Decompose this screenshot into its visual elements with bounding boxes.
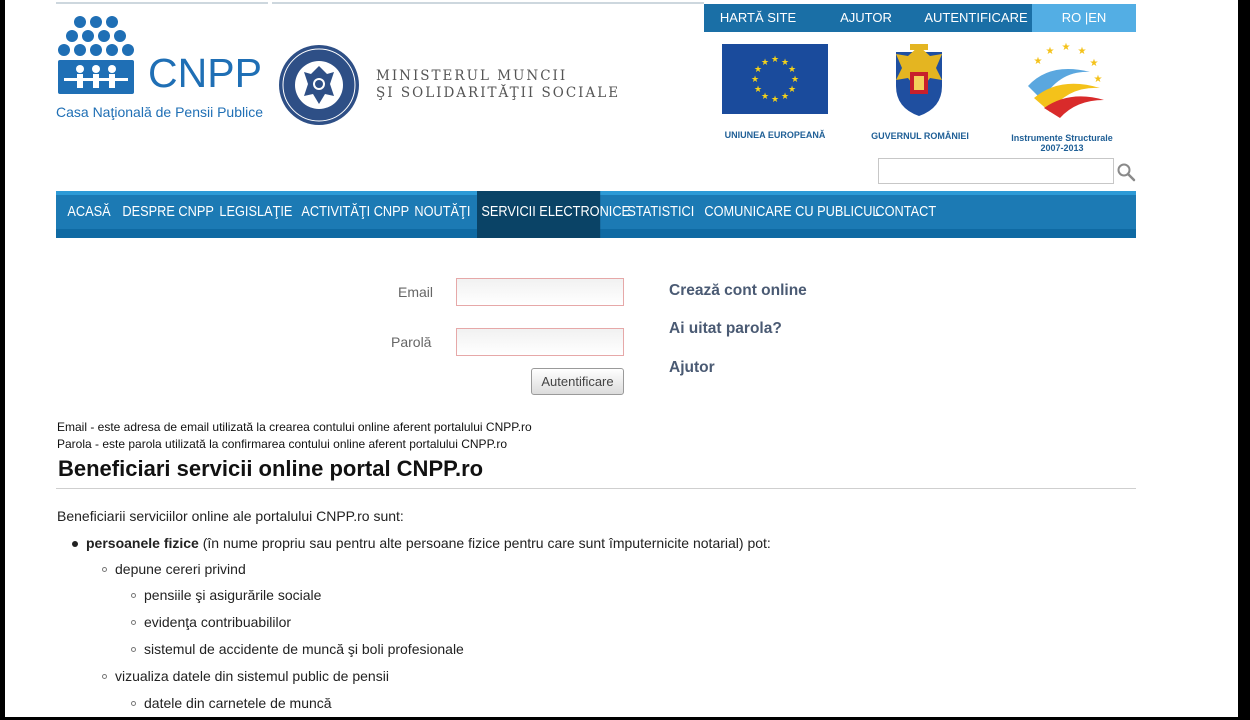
svg-text:★: ★: [1078, 46, 1087, 57]
svg-text:★: ★: [788, 85, 796, 95]
password-field[interactable]: [456, 328, 624, 356]
nav-about[interactable]: DESPRE CNPP: [118, 191, 218, 238]
svg-text:★: ★: [1046, 46, 1055, 57]
language-switch[interactable]: RO |EN: [1032, 4, 1136, 32]
svg-text:★: ★: [751, 75, 759, 85]
section-divider: [56, 488, 1136, 489]
svg-text:★: ★: [781, 92, 789, 102]
instruments-line-1: Instrumente Structurale: [1011, 133, 1113, 143]
svg-text:★: ★: [771, 95, 779, 105]
frame-right: [1238, 0, 1250, 720]
list-item-accidents: sistemul de accidente de muncă şi boli p…: [144, 641, 464, 657]
list-item-contributors: evidenţa contribuabililor: [144, 614, 292, 630]
nav-news[interactable]: NOUTĂŢI: [410, 191, 475, 238]
instruments-label: Instrumente Structurale 2007-2013: [1000, 133, 1124, 153]
list-item-view-data: vizualiza datele din sistemul public de …: [115, 668, 389, 684]
password-label: Parolă: [391, 334, 432, 350]
svg-text:★: ★: [1094, 74, 1103, 85]
disc-bullet: [72, 541, 78, 547]
ministry-line-2: ŞI SOLIDARITĂŢII SOCIALE: [376, 85, 621, 101]
circle-bullet: [131, 647, 136, 652]
site-map-link[interactable]: HARTĂ SITE: [704, 4, 812, 32]
eu-flag-icon: ★ ★★ ★★★ ★★★ ★★★: [722, 44, 828, 114]
search-icon[interactable]: [1116, 162, 1136, 182]
section-title: Beneficiari servicii online portal CNPP.…: [58, 456, 484, 481]
circle-bullet: [131, 620, 136, 625]
intro-text: Beneficiarii serviciilor online ale port…: [57, 508, 404, 524]
natural-persons-bold: persoanele fizice: [86, 535, 199, 551]
forgot-password-link[interactable]: Ai uitat parola?: [669, 320, 782, 338]
natural-persons-text: (în nume propriu sau pentru alte persoan…: [198, 535, 771, 551]
top-utility-bar: HARTĂ SITE AJUTOR AUTENTIFICARE RO |EN: [704, 4, 1136, 32]
list-item-submit-requests: depune cereri privind: [115, 561, 246, 577]
frame-left: [0, 0, 5, 720]
nav-legislation[interactable]: LEGISLAŢIE: [215, 191, 297, 238]
email-field[interactable]: [456, 278, 624, 306]
svg-text:★: ★: [791, 75, 799, 85]
create-account-link[interactable]: Crează cont online: [669, 282, 807, 300]
list-item-natural-persons: persoanele fizice (în nume propriu sau p…: [86, 535, 771, 551]
top-rule-mid: [272, 2, 704, 4]
list-item-work-books: datele din carnetele de muncă: [144, 695, 332, 711]
help-link[interactable]: AJUTOR: [812, 4, 920, 32]
cnpp-logo-icon[interactable]: [56, 14, 136, 98]
circle-bullet: [131, 701, 136, 706]
svg-text:★: ★: [761, 92, 769, 102]
logo-subtitle: Casa Naţională de Pensii Publice: [56, 104, 264, 120]
main-navigation: ACASĂ DESPRE CNPP LEGISLAŢIE ACTIVITĂŢI …: [56, 191, 1136, 238]
svg-text:★: ★: [788, 65, 796, 75]
nav-electronic-services[interactable]: SERVICII ELECTRONICE: [477, 191, 630, 238]
nav-activities[interactable]: ACTIVITĂŢI CNPP: [297, 191, 414, 238]
login-link[interactable]: AUTENTIFICARE: [920, 4, 1032, 32]
circle-bullet: [131, 593, 136, 598]
nav-statistics[interactable]: STATISTICI: [623, 191, 699, 238]
instruments-line-2: 2007-2013: [1040, 143, 1084, 153]
search-input[interactable]: [878, 158, 1114, 184]
logo-title[interactable]: CNPP: [148, 50, 262, 97]
svg-text:★: ★: [754, 85, 762, 95]
circle-bullet: [102, 674, 107, 679]
circle-bullet: [102, 567, 107, 572]
nav-public-communication[interactable]: COMUNICARE CU PUBLICUL: [700, 191, 884, 238]
nav-home[interactable]: ACASĂ: [63, 191, 115, 238]
government-seal-icon: [279, 45, 359, 125]
list-item-pensions: pensiile şi asigurările sociale: [144, 587, 322, 603]
government-label: GUVERNUL ROMÂNIEI: [871, 131, 969, 141]
eu-label: UNIUNEA EUROPEANĂ: [724, 130, 826, 140]
ministry-line-1: MINISTERUL MUNCII: [376, 68, 568, 84]
top-rule-left: [56, 2, 268, 4]
coat-of-arms-icon: [896, 44, 942, 116]
ministry-name: MINISTERUL MUNCII ŞI SOLIDARITĂŢII SOCIA…: [376, 68, 620, 102]
email-note: Email - este adresa de email utilizată l…: [57, 420, 532, 434]
svg-text:★: ★: [761, 58, 769, 68]
structural-instruments-icon: ★ ★ ★ ★★★: [1028, 42, 1104, 118]
password-note: Parola - este parola utilizată la confir…: [57, 437, 508, 451]
login-button[interactable]: Autentificare: [531, 368, 624, 395]
svg-text:★: ★: [1034, 56, 1043, 67]
svg-text:★: ★: [771, 55, 779, 65]
help-page-link[interactable]: Ajutor: [669, 359, 715, 377]
email-label: Email: [398, 284, 434, 300]
nav-contact[interactable]: CONTACT: [871, 191, 941, 238]
svg-text:★: ★: [1090, 58, 1099, 69]
svg-text:★: ★: [1062, 42, 1071, 53]
